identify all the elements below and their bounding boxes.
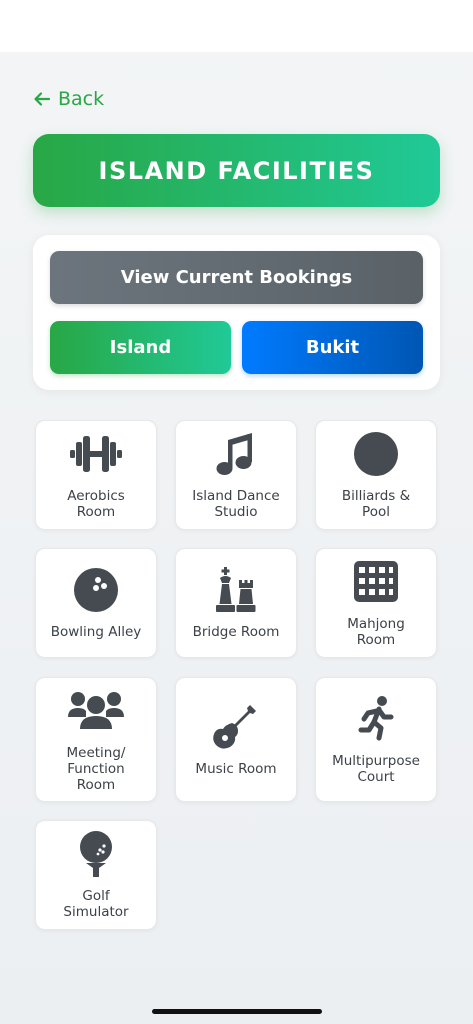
arrow-left-icon — [34, 92, 51, 106]
facility-tile-bowling[interactable]: Bowling Alley — [35, 548, 157, 658]
facility-tile-mahjong[interactable]: Mahjong Room — [315, 548, 437, 658]
running-person-icon — [348, 695, 404, 743]
facility-label: Music Room — [195, 760, 277, 777]
facility-tile-music-room[interactable]: Music Room — [175, 677, 297, 802]
golf-ball-tee-icon — [68, 830, 124, 878]
facility-label: Meeting/ Function Room — [66, 744, 126, 793]
dumbbell-icon — [68, 430, 124, 478]
status-bar — [0, 0, 473, 52]
music-note-icon — [208, 430, 264, 478]
facility-tile-golf-simulator[interactable]: Golf Simulator — [35, 820, 157, 930]
facility-tile-dance-studio[interactable]: Island Dance Studio — [175, 420, 297, 530]
facility-label: Billiards & Pool — [341, 488, 411, 520]
facility-label: Bowling Alley — [50, 624, 142, 640]
chess-pieces-icon — [208, 566, 264, 614]
back-button[interactable]: Back — [33, 86, 104, 112]
bukit-button[interactable]: Bukit — [242, 321, 423, 374]
facility-tile-bridge-room[interactable]: Bridge Room — [175, 548, 297, 658]
people-group-icon — [68, 687, 124, 735]
facility-label: Mahjong Room — [347, 616, 405, 648]
guitar-icon — [208, 703, 264, 751]
controls-card: View Current Bookings Island Bukit — [33, 235, 440, 390]
facility-tile-multipurpose-court[interactable]: Multipurpose Court — [315, 677, 437, 802]
home-indicator — [152, 1009, 322, 1014]
back-label: Back — [58, 88, 105, 110]
facility-tile-meeting-room[interactable]: Meeting/ Function Room — [35, 677, 157, 802]
billiard-ball-icon — [348, 430, 404, 478]
view-bookings-button[interactable]: View Current Bookings — [50, 251, 423, 304]
facility-label: Aerobics Room — [67, 488, 125, 520]
facility-label: Island Dance Studio — [192, 488, 280, 520]
facility-tile-billiards[interactable]: Billiards & Pool — [315, 420, 437, 530]
facility-label: Multipurpose Court — [332, 752, 420, 785]
facility-tile-aerobics[interactable]: Aerobics Room — [35, 420, 157, 530]
facility-label: Golf Simulator — [63, 888, 129, 920]
island-button[interactable]: Island — [50, 321, 231, 374]
page-title: ISLAND FACILITIES — [33, 134, 440, 207]
bowling-ball-icon — [68, 566, 124, 614]
grid-icon — [348, 558, 404, 606]
facility-label: Bridge Room — [192, 624, 280, 640]
